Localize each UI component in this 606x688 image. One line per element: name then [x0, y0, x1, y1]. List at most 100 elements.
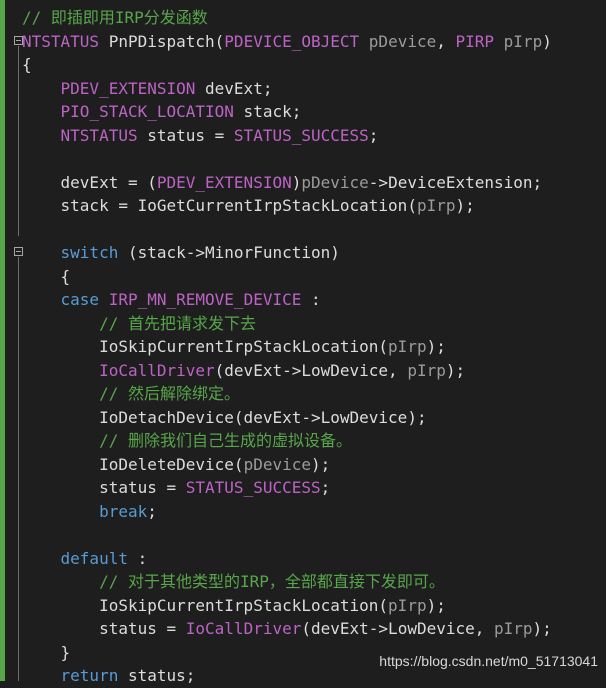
code-token: } — [22, 642, 71, 662]
code-token: IoCallDriver — [99, 360, 215, 380]
code-token: ; — [368, 125, 379, 145]
code-token: ); — [311, 454, 331, 474]
code-lines[interactable]: // 即插即用IRP分发函数 NTSTATUS PnPDispatch(PDEVI… — [22, 6, 606, 688]
code-token: IRP_MN_REMOVE_DEVICE — [108, 290, 302, 309]
code-token: , — [436, 31, 456, 51]
code-token: pDevice — [368, 31, 437, 51]
code-line[interactable]: status = IoCallDriver(devExt->LowDevice,… — [22, 617, 606, 641]
code-line[interactable]: // 首先把请求发下去 — [22, 312, 606, 336]
code-token: return — [60, 666, 119, 685]
code-token: ); — [445, 360, 466, 380]
code-line[interactable] — [22, 147, 606, 171]
code-token: devExt = ( — [22, 172, 157, 192]
code-token: ; — [147, 501, 157, 521]
code-token: pIrp — [494, 619, 533, 638]
code-token: status = — [22, 619, 186, 638]
code-token: // 即插即用IRP分发函数 — [22, 8, 208, 27]
code-token: { — [22, 55, 32, 74]
code-token: IoSkipCurrentIrpStackLocation( — [22, 595, 389, 615]
code-token: PIRP — [455, 31, 495, 51]
code-token: IoDetachDevice(devExt->LowDevice); — [22, 407, 427, 427]
code-token: ; — [320, 478, 331, 497]
code-line[interactable]: devExt = (PDEV_EXTENSION)pDevice->Device… — [22, 171, 606, 195]
code-line[interactable]: break; — [22, 500, 606, 524]
code-line[interactable]: // 然后解除绑定。 — [22, 382, 606, 406]
code-token: : — [127, 548, 148, 568]
code-line[interactable]: IoSkipCurrentIrpStackLocation(pIrp); — [22, 594, 606, 618]
code-token: IoSkipCurrentIrpStackLocation( — [22, 337, 389, 356]
code-token: ); — [426, 595, 446, 615]
code-token: pIrp — [388, 595, 427, 615]
code-line[interactable]: switch (stack->MinorFunction) — [22, 241, 606, 265]
code-token: default — [60, 548, 128, 568]
code-line[interactable] — [22, 218, 606, 242]
code-token: PnPDispatch( — [99, 31, 225, 51]
code-token: // 删除我们自己生成的虚拟设备。 — [99, 431, 352, 450]
code-token: status; — [118, 666, 196, 685]
code-line[interactable]: IoDeleteDevice(pDevice); — [22, 453, 606, 477]
code-token: NTSTATUS — [60, 125, 138, 145]
code-token: stack = IoGetCurrentIrpStackLocation( — [22, 196, 417, 215]
code-token: ) — [542, 31, 552, 51]
code-token: pDevice — [301, 172, 369, 192]
code-token: ->DeviceExtension; — [368, 172, 543, 192]
code-line[interactable]: NTSTATUS PnPDispatch(PDEVICE_OBJECT pDev… — [22, 30, 606, 54]
code-line[interactable]: PDEV_EXTENSION devExt; — [22, 77, 606, 101]
code-token: pIrp — [503, 31, 543, 51]
code-token: ); — [532, 619, 552, 638]
code-editor[interactable]: // 即插即用IRP分发函数 NTSTATUS PnPDispatch(PDEVI… — [0, 0, 606, 685]
fold-guide-line — [18, 257, 19, 681]
code-line[interactable]: // 删除我们自己生成的虚拟设备。 — [22, 429, 606, 453]
code-token: STATUS_SUCCESS — [233, 125, 369, 145]
code-token: ); — [426, 337, 446, 356]
code-token: case — [60, 290, 100, 309]
code-line[interactable]: { — [22, 265, 606, 289]
code-token: switch — [60, 243, 119, 262]
fold-gutter — [5, 0, 23, 681]
fold-guide-line — [18, 46, 19, 236]
code-line[interactable]: default : — [22, 547, 606, 571]
code-line[interactable]: stack = IoGetCurrentIrpStackLocation(pIr… — [22, 194, 606, 218]
code-line[interactable]: NTSTATUS status = STATUS_SUCCESS; — [22, 124, 606, 148]
code-token: status = — [22, 478, 186, 497]
code-token: (devExt->LowDevice, — [214, 360, 408, 380]
code-line[interactable]: { — [22, 53, 606, 77]
code-token: (devExt->LowDevice, — [301, 619, 495, 638]
code-line[interactable]: IoSkipCurrentIrpStackLocation(pIrp); — [22, 335, 606, 359]
code-token: PDEV_EXTENSION — [156, 172, 292, 192]
code-line[interactable]: IoDetachDevice(devExt->LowDevice); — [22, 406, 606, 430]
code-token: ) — [291, 172, 302, 192]
code-token: { — [22, 266, 71, 286]
code-line[interactable]: // 对于其他类型的IRP，全部都直接下发即可。 — [22, 570, 606, 594]
code-line[interactable]: case IRP_MN_REMOVE_DEVICE : — [22, 288, 606, 312]
code-token: devExt; — [195, 78, 273, 98]
code-line[interactable]: status = STATUS_SUCCESS; — [22, 476, 606, 500]
code-token: ); — [455, 196, 475, 215]
code-line[interactable] — [22, 523, 606, 547]
code-token: : — [301, 290, 321, 309]
code-token: stack; — [233, 102, 302, 121]
code-token: PDEVICE_OBJECT — [224, 31, 360, 51]
code-token: status = — [137, 125, 234, 145]
code-token: pDevice — [243, 454, 311, 474]
code-line[interactable]: // 即插即用IRP分发函数 — [22, 6, 606, 30]
code-line[interactable]: IoCallDriver(devExt->LowDevice, pIrp); — [22, 359, 606, 383]
code-token: IoCallDriver — [185, 619, 302, 638]
code-token: // 然后解除绑定。 — [99, 384, 240, 403]
code-token: PIO_STACK_LOCATION — [60, 102, 234, 121]
code-token: IoDeleteDevice( — [22, 454, 244, 474]
code-token: PDEV_EXTENSION — [60, 78, 196, 98]
code-token: (stack->MinorFunction) — [118, 243, 340, 262]
code-line[interactable]: PIO_STACK_LOCATION stack; — [22, 100, 606, 124]
code-token: pIrp — [416, 196, 456, 215]
